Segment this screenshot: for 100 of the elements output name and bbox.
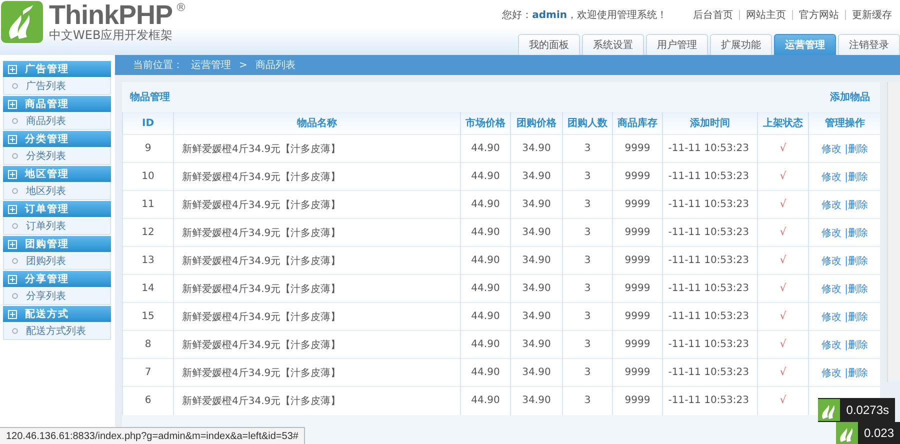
circle-icon: [12, 292, 18, 298]
table-cell: -11-11 10:53:23: [662, 246, 758, 274]
table-cell: √: [758, 246, 808, 274]
table-cell: 34.90: [510, 162, 562, 190]
edit-link[interactable]: 修改: [821, 200, 842, 210]
nav-tab[interactable]: 我的面板: [518, 34, 580, 55]
group-title: 订单管理: [25, 202, 69, 216]
table-cell: √: [758, 386, 808, 414]
delete-link[interactable]: |删除: [844, 172, 868, 182]
nav-tab[interactable]: 系统设置: [582, 34, 644, 55]
sidebar-group-header[interactable]: 分类管理: [3, 131, 111, 147]
delete-link[interactable]: |删除: [844, 340, 868, 350]
sidebar-group-header[interactable]: 配送方式: [3, 306, 111, 322]
top-link[interactable]: 网站主页: [746, 8, 786, 22]
table-cell: 9999: [612, 162, 662, 190]
group-title: 团购管理: [25, 238, 69, 251]
sidebar-item[interactable]: 广告列表: [3, 77, 111, 95]
edit-link[interactable]: 修改: [821, 368, 842, 378]
sidebar-group-header[interactable]: 商品管理: [3, 96, 111, 112]
column-header: 商品库存: [612, 112, 662, 134]
sidebar-item[interactable]: 地区列表: [3, 182, 111, 200]
table-cell: 3: [562, 302, 612, 330]
expand-icon: [8, 274, 17, 284]
delete-link[interactable]: |删除: [844, 284, 868, 294]
top-link[interactable]: 后台首页: [693, 8, 733, 22]
group-title: 广告管理: [25, 62, 69, 76]
delete-link[interactable]: |删除: [844, 256, 868, 266]
column-header: 团购人数: [562, 112, 612, 134]
nav-tab[interactable]: 用户管理: [646, 34, 708, 55]
group-title: 分享管理: [25, 272, 69, 286]
table-cell: 新鲜爱媛橙4斤34.9元【汁多皮薄】: [174, 190, 460, 218]
sidebar-item[interactable]: 分类列表: [3, 147, 111, 165]
circle-icon: [12, 118, 18, 124]
column-header: 上架状态: [758, 112, 808, 134]
table-cell: -11-11 10:53:23: [662, 330, 758, 358]
top-link[interactable]: 更新缓存: [852, 8, 892, 22]
nav-tab[interactable]: 扩展功能: [710, 34, 772, 55]
table-cell: -11-11 10:53:23: [662, 190, 758, 218]
add-item-link[interactable]: 添加物品: [830, 90, 870, 104]
group-title: 地区管理: [25, 168, 69, 181]
circle-icon: [12, 152, 18, 158]
table-cell: 34.90: [510, 274, 562, 302]
sidebar-item[interactable]: 订单列表: [3, 217, 111, 235]
table-cell: √: [758, 358, 808, 386]
table-cell: √: [758, 134, 808, 162]
sidebar-group-header[interactable]: 地区管理: [3, 166, 111, 182]
table-cell: 44.90: [460, 330, 510, 358]
table-cell: 9999: [612, 386, 662, 414]
sidebar-item[interactable]: 分享列表: [3, 287, 111, 305]
edit-link[interactable]: 修改: [821, 256, 842, 266]
table-cell: 3: [562, 274, 612, 302]
sidebar-group-header[interactable]: 分享管理: [3, 271, 111, 287]
panel-title: 物品管理: [130, 90, 170, 104]
table-cell: 12: [122, 218, 174, 246]
sidebar-group-header[interactable]: 订单管理: [3, 201, 111, 217]
column-header: 物品名称: [174, 112, 460, 134]
table-cell: 44.90: [460, 218, 510, 246]
trace-badge[interactable]: 0.0273s: [818, 398, 895, 422]
group-title: 配送方式: [25, 307, 69, 321]
logo-icon: [1, 1, 43, 43]
trace-badge[interactable]: 0.023: [836, 422, 900, 444]
sidebar-group-header[interactable]: 广告管理: [3, 61, 111, 77]
sidebar-item[interactable]: 商品列表: [3, 112, 111, 130]
table-cell: 新鲜爱媛橙4斤34.9元【汁多皮薄】: [174, 330, 460, 358]
table-cell: -11-11 10:53:23: [662, 358, 758, 386]
table-cell: √: [758, 274, 808, 302]
delete-link[interactable]: |删除: [844, 228, 868, 238]
delete-link[interactable]: |删除: [844, 200, 868, 210]
table-cell: 7: [122, 358, 174, 386]
sidebar-group-header[interactable]: 团购管理: [3, 236, 111, 252]
table-cell: 44.90: [460, 162, 510, 190]
sidebar-item[interactable]: 团购列表: [3, 252, 111, 270]
delete-link[interactable]: |删除: [844, 368, 868, 378]
table-cell: 13: [122, 246, 174, 274]
edit-link[interactable]: 修改: [821, 172, 842, 182]
nav-tab[interactable]: 运营管理: [774, 34, 836, 55]
sidebar-item[interactable]: 配送方式列表: [3, 322, 111, 340]
delete-link[interactable]: |删除: [844, 312, 868, 322]
table-cell: 新鲜爱媛橙4斤34.9元【汁多皮薄】: [174, 162, 460, 190]
column-header: 团购价格: [510, 112, 562, 134]
edit-link[interactable]: 修改: [821, 284, 842, 294]
top-link[interactable]: 官方网站: [799, 8, 839, 22]
table-cell: 11: [122, 190, 174, 218]
table-cell: -11-11 10:53:23: [662, 274, 758, 302]
nav-tab[interactable]: 注销登录: [838, 34, 900, 55]
table-cell: -11-11 10:53:23: [662, 162, 758, 190]
table-cell: 新鲜爱媛橙4斤34.9元【汁多皮薄】: [174, 302, 460, 330]
delete-link[interactable]: |删除: [844, 144, 868, 154]
expand-icon: [8, 170, 17, 178]
table-cell: 9999: [612, 246, 662, 274]
edit-link[interactable]: 修改: [821, 340, 842, 350]
edit-link[interactable]: 修改: [821, 144, 842, 154]
table-cell: 34.90: [510, 246, 562, 274]
table-cell: 44.90: [460, 246, 510, 274]
table-cell: 3: [562, 190, 612, 218]
table-cell: 34.90: [510, 134, 562, 162]
table-cell: 9999: [612, 190, 662, 218]
edit-link[interactable]: 修改: [821, 228, 842, 238]
table-cell: 3: [562, 358, 612, 386]
edit-link[interactable]: 修改: [821, 312, 842, 322]
